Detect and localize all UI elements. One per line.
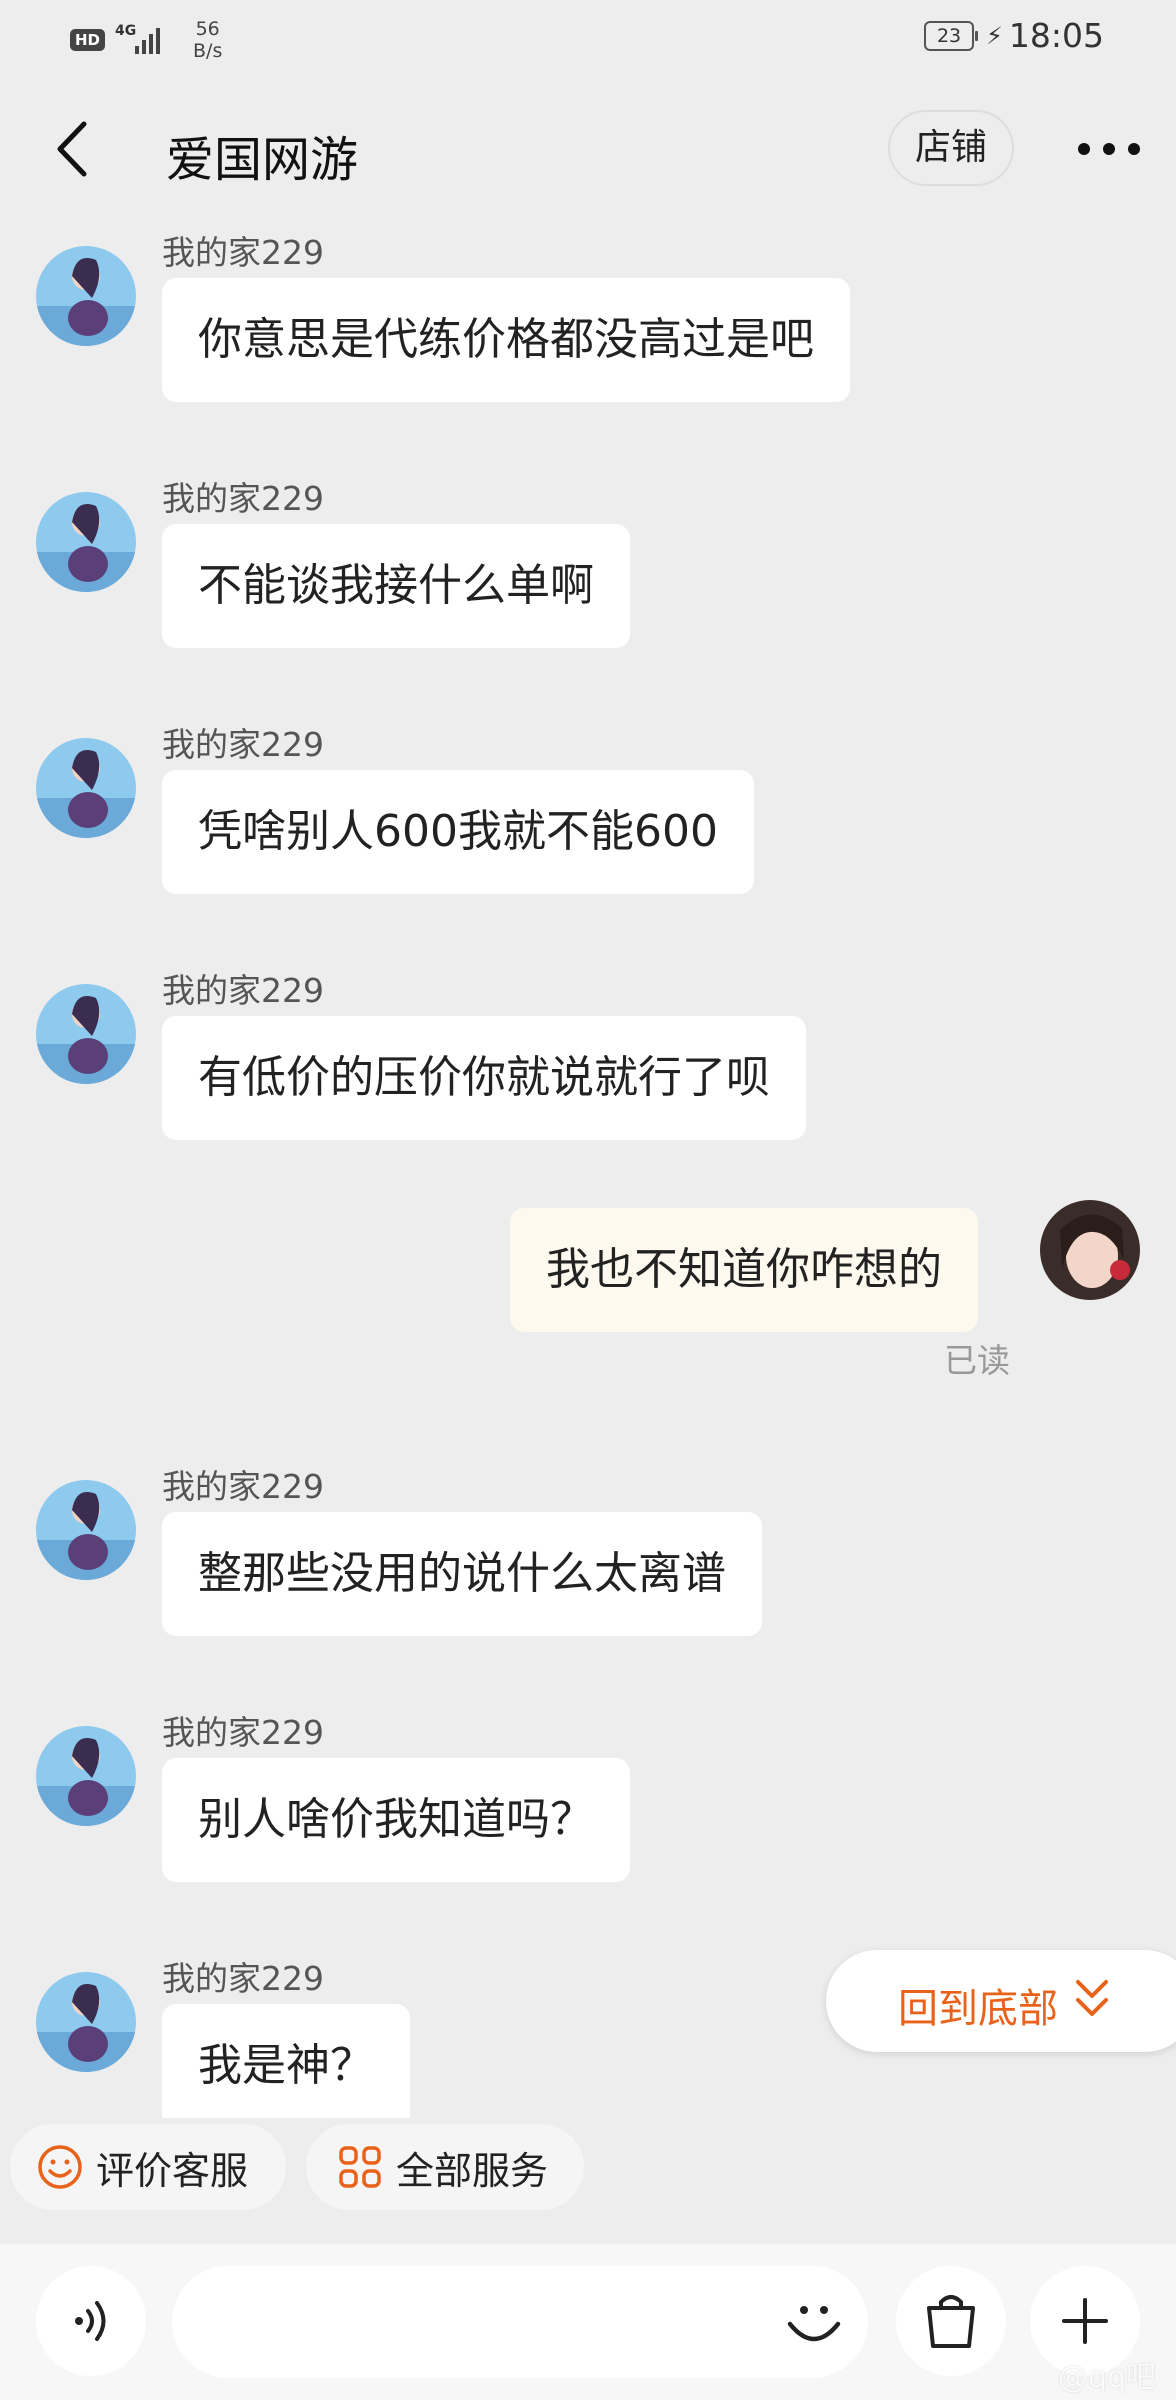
network-speed: 56 B/s	[193, 18, 222, 62]
charging-icon: ⚡	[986, 21, 1003, 50]
sender-name: 我的家229	[162, 971, 324, 1010]
sender-name: 我的家229	[162, 479, 324, 518]
rate-service-button[interactable]: 评价客服	[10, 2124, 286, 2210]
grid-icon	[339, 2146, 381, 2188]
hd-badge: HD	[70, 29, 106, 51]
avatar[interactable]	[36, 492, 136, 592]
shop-button[interactable]: 店铺	[888, 110, 1014, 186]
signal-icon: 4G	[115, 24, 169, 56]
double-chevron-down-icon	[1076, 1980, 1108, 2016]
sender-name: 我的家229	[162, 1959, 324, 1998]
voice-icon	[75, 2301, 106, 2341]
sender-name: 我的家229	[162, 1713, 324, 1752]
scroll-to-bottom-label: 回到底部	[898, 1986, 1058, 2032]
avatar[interactable]	[36, 1480, 136, 1580]
message-bubble-self[interactable]: 我也不知道你咋想的	[510, 1208, 978, 1332]
emoji-button[interactable]	[778, 2288, 850, 2360]
watermark: @qq吧	[1057, 2360, 1156, 2395]
smiley-icon	[38, 2145, 82, 2189]
emoji-icon	[787, 2306, 841, 2342]
read-status: 已读	[944, 1341, 1010, 1380]
status-bar: HD 4G 56 B/s 23 ⚡ 18:05	[0, 0, 1176, 76]
avatar[interactable]	[36, 984, 136, 1084]
page-title: 爱国网游	[166, 132, 359, 188]
battery-icon: 23	[924, 20, 979, 51]
message-bubble[interactable]: 凭啥别人600我就不能600	[162, 770, 754, 894]
scroll-to-bottom-button[interactable]: 回到底部	[826, 1950, 1176, 2052]
avatar[interactable]	[36, 1726, 136, 1826]
avatar[interactable]	[36, 1972, 136, 2072]
message-bubble[interactable]: 我是神？	[162, 2004, 410, 2118]
sender-name: 我的家229	[162, 725, 324, 764]
clock: 18:05	[1008, 16, 1104, 55]
message-bubble[interactable]: 你意思是代练价格都没高过是吧	[162, 278, 850, 402]
status-left: HD 4G 56 B/s	[70, 18, 222, 62]
message-bubble[interactable]: 整那些没用的说什么太离谱	[162, 1512, 762, 1636]
message-bubble[interactable]: 有低价的压价你就说就行了呗	[162, 1016, 806, 1140]
speed-value: 56	[195, 18, 220, 40]
self-avatar[interactable]	[1040, 1200, 1140, 1300]
sender-name: 我的家229	[162, 233, 324, 272]
status-right: 23 ⚡ 18:05	[924, 16, 1104, 55]
speed-unit: B/s	[193, 40, 223, 62]
avatar[interactable]	[36, 246, 136, 346]
message-bubble[interactable]: 不能谈我接什么单啊	[162, 524, 630, 648]
chat-header: 爱国网游 店铺	[0, 76, 1176, 226]
rate-service-label: 评价客服	[96, 2148, 249, 2193]
shopping-bag-icon	[927, 2295, 975, 2348]
chat-message-list[interactable]: 我的家229 你意思是代练价格都没高过是吧 我的家229 不能谈我接什么单啊 我…	[0, 226, 1176, 2118]
chevron-left-icon	[57, 121, 87, 177]
voice-button[interactable]	[36, 2266, 146, 2376]
message-bubble[interactable]: 别人啥价我知道吗？	[162, 1758, 630, 1882]
sender-name: 我的家229	[162, 1467, 324, 1506]
product-button[interactable]	[896, 2266, 1006, 2376]
input-bar	[0, 2244, 1176, 2400]
back-button[interactable]	[50, 116, 94, 182]
all-services-button[interactable]: 全部服务	[306, 2124, 584, 2210]
more-button[interactable]	[1074, 134, 1144, 164]
more-dots-icon	[1078, 143, 1140, 155]
all-services-label: 全部服务	[396, 2148, 549, 2193]
network-type: 4G	[115, 23, 137, 39]
message-input[interactable]	[172, 2266, 868, 2378]
battery-level: 23	[936, 24, 962, 47]
avatar[interactable]	[36, 738, 136, 838]
